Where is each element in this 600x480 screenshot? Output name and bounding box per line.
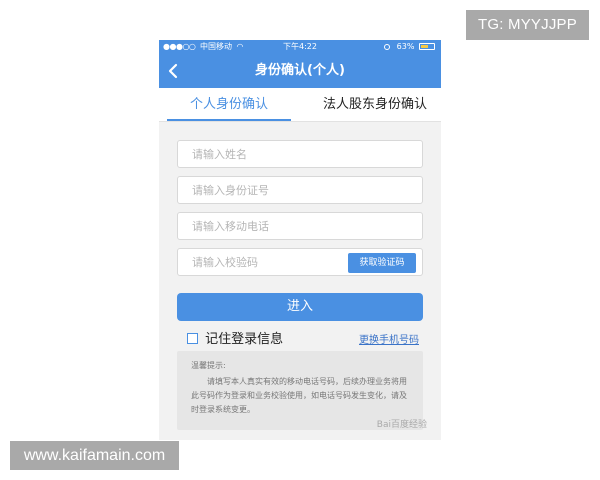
alarm-icon <box>384 44 391 50</box>
battery-percent: 63% <box>396 42 415 51</box>
change-phone-link[interactable]: 更换手机号码 <box>359 331 419 346</box>
name-input[interactable] <box>178 141 422 167</box>
verification-code-input[interactable] <box>178 249 342 275</box>
name-field <box>177 140 423 168</box>
enter-button[interactable]: 进入 <box>177 293 423 321</box>
status-bar: ●●●○○ 中国移动 ◠ 下午4:22 63% <box>159 40 441 54</box>
tab-bar: 个人身份确认 法人股东身份确认 <box>159 88 441 122</box>
get-code-button[interactable]: 获取验证码 <box>348 253 416 273</box>
remember-label: 记住登录信息 <box>205 332 284 347</box>
screenshot-canvas: ●●●○○ 中国移动 ◠ 下午4:22 63% 身份确认(个人) 个人身份确认 … <box>0 0 600 480</box>
tips-title: 温馨提示: <box>191 361 226 370</box>
id-number-input[interactable] <box>178 177 422 203</box>
nav-bar: 身份确认(个人) <box>159 54 441 88</box>
battery-fill <box>421 45 428 48</box>
watermark-top-right: TG: MYYJJPP <box>466 10 589 40</box>
tab-legal-shareholder-identity[interactable]: 法人股东身份确认 <box>309 88 441 121</box>
id-number-field <box>177 176 423 204</box>
status-bar-right: 63% <box>384 40 435 54</box>
phone-screen: ●●●○○ 中国移动 ◠ 下午4:22 63% 身份确认(个人) 个人身份确认 … <box>159 40 441 440</box>
verification-code-field: 获取验证码 <box>177 248 423 276</box>
mobile-phone-input[interactable] <box>178 213 422 239</box>
page-title: 身份确认(个人) <box>255 63 345 78</box>
tab-personal-identity[interactable]: 个人身份确认 <box>167 88 291 121</box>
remember-checkbox[interactable] <box>187 333 198 344</box>
battery-icon <box>419 43 435 50</box>
tips-body: 请填写本人真实有效的移动电话号码，后续办理业务将用此号码作为登录和业务校验使用，… <box>191 377 407 414</box>
watermark-bottom-left: www.kaifamain.com <box>10 441 179 470</box>
mobile-phone-field <box>177 212 423 240</box>
baidu-watermark: Bai百度经验 <box>376 420 427 430</box>
remember-login-toggle[interactable]: 记住登录信息 <box>187 328 284 347</box>
form-area: 获取验证码 进入 记住登录信息 更换手机号码 温馨提示: 请填写本人真实有效的移… <box>159 122 441 440</box>
